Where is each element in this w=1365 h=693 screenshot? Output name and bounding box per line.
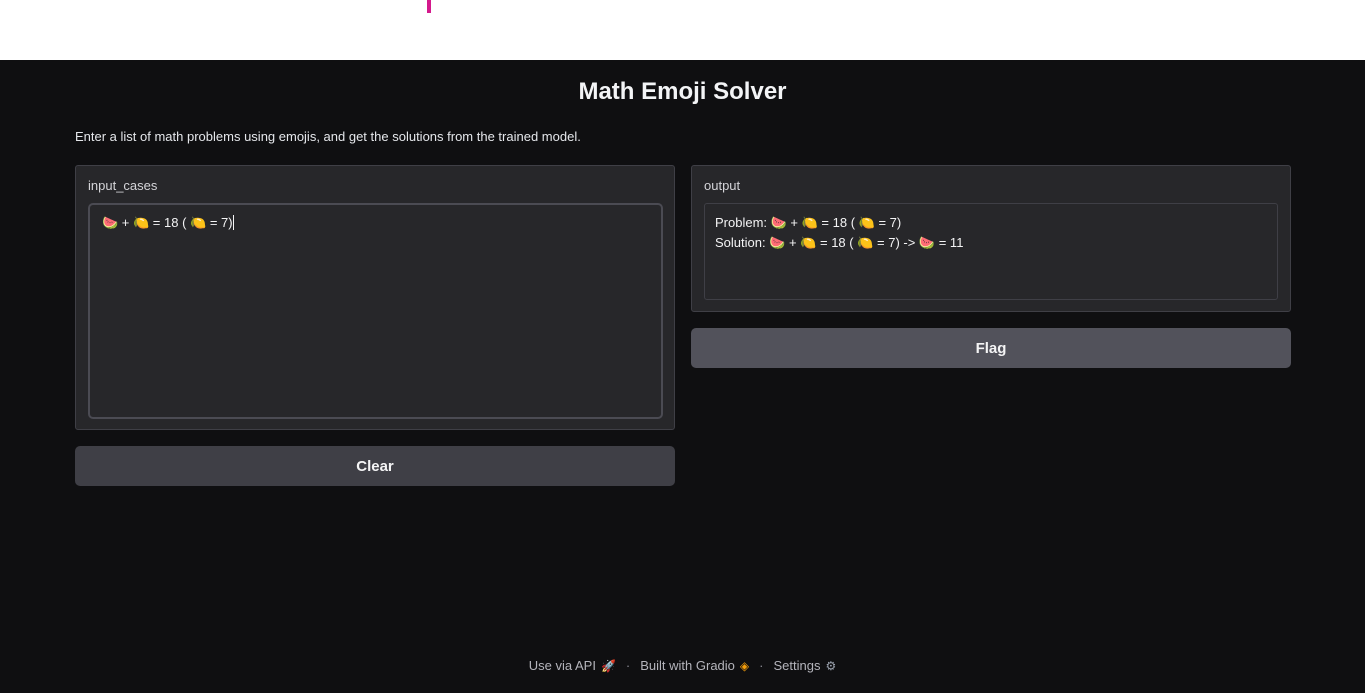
gradio-logo-icon: ◈ bbox=[739, 659, 750, 673]
accent-mark bbox=[427, 0, 431, 13]
footer: Use via API 🚀 · Built with Gradio ◈ · Sett… bbox=[0, 658, 1365, 673]
api-label: Use via API bbox=[528, 658, 596, 673]
built-with-gradio-link[interactable]: Built with Gradio ◈ bbox=[640, 658, 749, 673]
flag-button[interactable]: Flag bbox=[691, 328, 1291, 368]
clear-button[interactable]: Clear bbox=[75, 446, 675, 486]
page-title: Math Emoji Solver bbox=[578, 78, 787, 105]
use-via-api-link[interactable]: Use via API 🚀 bbox=[529, 658, 616, 673]
output-line-solution: Solution: 🍉 + 🍋 = 18 ( 🍋 = 7) -> 🍉 = 11 bbox=[715, 235, 964, 250]
gear-icon: ⚙ bbox=[825, 659, 837, 673]
top-banner bbox=[0, 0, 1365, 60]
output-line-problem: Problem: 🍉 + 🍋 = 18 ( 🍋 = 7) bbox=[715, 215, 902, 230]
input-cases-value: 🍉 + 🍋 = 18 ( 🍋 = 7) bbox=[102, 215, 233, 230]
built-label: Built with Gradio bbox=[640, 658, 735, 673]
input-label: input_cases bbox=[88, 178, 158, 193]
settings-link[interactable]: Settings ⚙ bbox=[773, 658, 836, 673]
input-cases-textarea[interactable]: 🍉 + 🍋 = 18 ( 🍋 = 7) bbox=[88, 203, 663, 419]
separator-dot: · bbox=[759, 658, 764, 673]
input-panel: input_cases 🍉 + 🍋 = 18 ( 🍋 = 7) bbox=[75, 165, 675, 430]
output-label: output bbox=[704, 178, 741, 193]
output-panel: output Problem: 🍉 + 🍋 = 18 ( 🍋 = 7) Solu… bbox=[691, 165, 1291, 312]
text-caret bbox=[232, 215, 234, 230]
page-description: Enter a list of math problems using emoj… bbox=[75, 129, 581, 144]
rocket-icon: 🚀 bbox=[600, 659, 616, 673]
output-textbox[interactable]: Problem: 🍉 + 🍋 = 18 ( 🍋 = 7) Solution: 🍉… bbox=[704, 203, 1278, 300]
gradio-app: Math Emoji Solver Enter a list of math p… bbox=[0, 60, 1365, 693]
settings-label: Settings bbox=[773, 658, 821, 673]
separator-dot: · bbox=[625, 658, 631, 673]
